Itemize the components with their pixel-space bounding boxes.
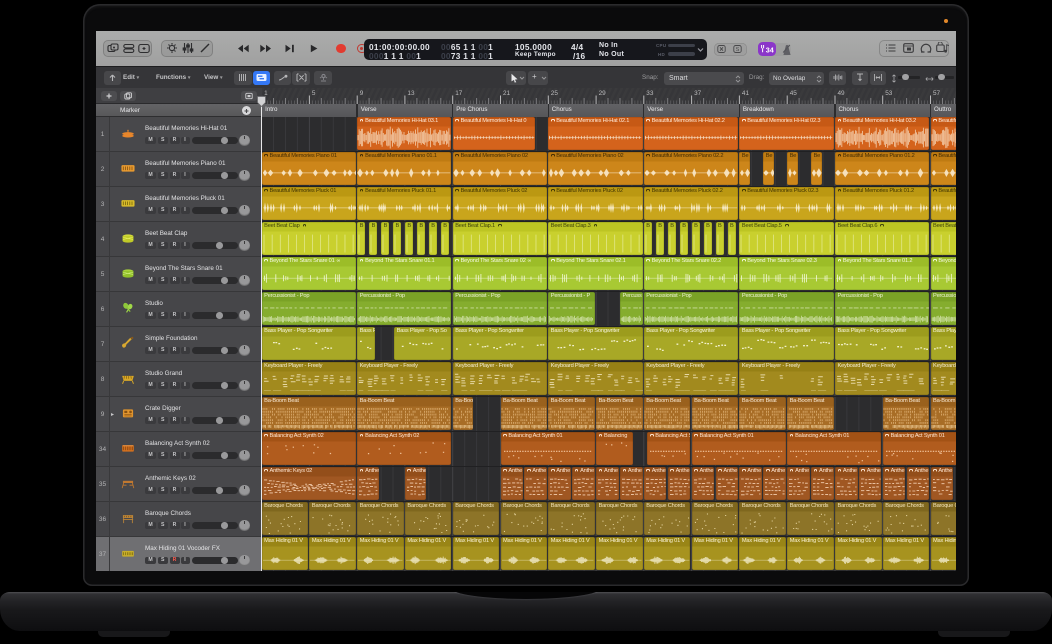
svg-text:21: 21	[503, 90, 511, 97]
svg-text:37: 37	[694, 90, 702, 97]
svg-text:57: 57	[933, 90, 941, 97]
svg-text:34: 34	[766, 46, 774, 55]
svg-text:25: 25	[551, 90, 559, 97]
svg-text:45: 45	[790, 90, 798, 97]
svg-text:49: 49	[838, 90, 846, 97]
svg-text:33: 33	[646, 90, 654, 97]
svg-text:S: S	[736, 47, 740, 53]
svg-text:17: 17	[455, 90, 463, 97]
svg-text:41: 41	[742, 90, 750, 97]
svg-text:53: 53	[885, 90, 893, 97]
svg-text:29: 29	[599, 90, 607, 97]
svg-text:5: 5	[312, 90, 316, 97]
svg-text:13: 13	[407, 90, 415, 97]
svg-text:9: 9	[360, 90, 364, 97]
